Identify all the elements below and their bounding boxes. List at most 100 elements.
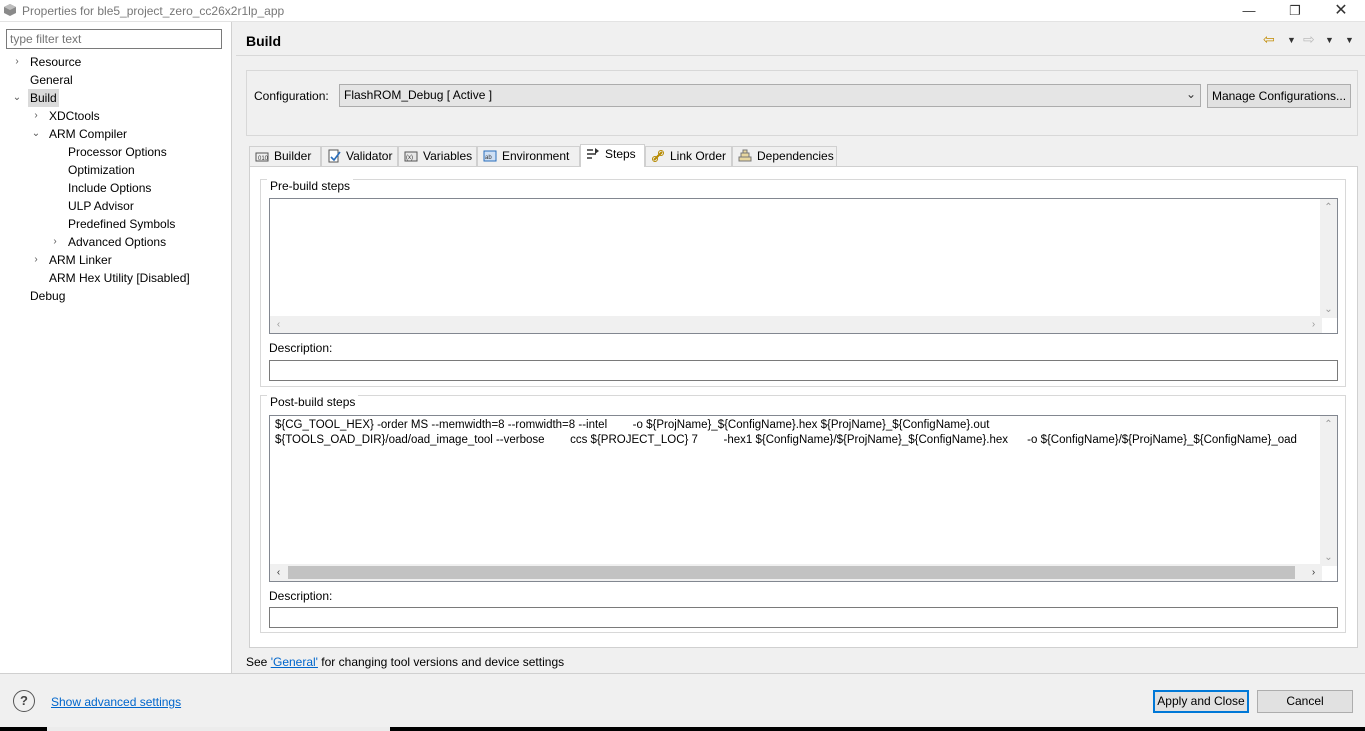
- postbuild-description-input[interactable]: [269, 607, 1338, 628]
- tab-label: Validator: [346, 149, 393, 163]
- tab-environment[interactable]: ab Environment: [477, 146, 580, 166]
- page-title: Build: [246, 33, 281, 49]
- tree-item-label: Optimization: [68, 163, 135, 177]
- scroll-up-icon[interactable]: ⌃: [1320, 199, 1337, 216]
- tab-label: Link Order: [670, 149, 727, 163]
- header-divider: [236, 55, 1365, 56]
- note-prefix: See: [246, 655, 271, 669]
- tree-item-label: Resource: [30, 55, 82, 69]
- horizontal-scroll-thumb[interactable]: [288, 566, 1295, 579]
- show-advanced-settings-link[interactable]: Show advanced settings: [51, 695, 181, 709]
- tree-item[interactable]: ⌄ ARM Compiler: [0, 125, 231, 143]
- scroll-left-icon[interactable]: ‹: [270, 316, 287, 333]
- postbuild-vertical-scrollbar[interactable]: ⌃ ⌄: [1320, 416, 1337, 566]
- scroll-down-icon[interactable]: ⌄: [1320, 301, 1337, 318]
- general-settings-note: See 'General' for changing tool versions…: [246, 655, 564, 669]
- svg-text:ab: ab: [485, 155, 492, 161]
- tree-item-label: Include Options: [68, 181, 152, 195]
- tree-item[interactable]: › XDCtools: [0, 107, 231, 125]
- chevron-right-icon[interactable]: ›: [50, 233, 60, 251]
- tree-item[interactable]: Debug: [0, 287, 231, 305]
- tree-item-label: ARM Compiler: [49, 127, 128, 141]
- tree-item-label: Advanced Options: [68, 235, 167, 249]
- chevron-right-icon[interactable]: ›: [31, 251, 41, 269]
- cancel-button[interactable]: Cancel: [1257, 690, 1353, 713]
- back-menu-chevron-icon[interactable]: ▼: [1287, 35, 1296, 45]
- prebuild-horizontal-scrollbar[interactable]: ‹ ›: [270, 316, 1322, 333]
- prebuild-vertical-scrollbar[interactable]: ⌃ ⌄: [1320, 199, 1337, 318]
- tree-item[interactable]: ARM Hex Utility [Disabled]: [0, 269, 231, 287]
- tree-item[interactable]: Predefined Symbols: [0, 215, 231, 233]
- scroll-right-icon[interactable]: ›: [1305, 316, 1322, 333]
- tree-item-label: Build: [28, 89, 59, 107]
- tree-item-label: XDCtools: [49, 109, 100, 123]
- settings-tree: › Resource General ⌄ Build › XDCtools ⌄ ARM Comp…: [0, 53, 231, 305]
- tab-dependencies[interactable]: Dependencies: [732, 146, 837, 166]
- scroll-down-icon[interactable]: ⌄: [1320, 549, 1337, 566]
- tab-steps[interactable]: Steps: [580, 144, 645, 167]
- forward-arrow-icon[interactable]: ⇨: [1303, 31, 1315, 48]
- history-navigation: ⇦ ▼ ⇨ ▼ ▼: [1263, 31, 1363, 51]
- environment-icon: ab: [483, 150, 497, 162]
- tree-item[interactable]: › Advanced Options: [0, 233, 231, 251]
- tree-item[interactable]: › Resource: [0, 53, 231, 71]
- help-icon[interactable]: ?: [13, 690, 35, 712]
- postbuild-horizontal-scrollbar[interactable]: ‹ ›: [270, 564, 1322, 581]
- prebuild-description-input[interactable]: [269, 360, 1338, 381]
- postbuild-line: ${TOOLS_OAD_DIR}/oad/oad_image_tool --ve…: [275, 434, 1297, 446]
- tab-validator[interactable]: Validator: [321, 146, 398, 166]
- svg-text:(x): (x): [406, 155, 413, 161]
- tab-label: Steps: [605, 147, 636, 161]
- tab-label: Variables: [423, 149, 473, 163]
- scroll-up-icon[interactable]: ⌃: [1320, 416, 1337, 433]
- configuration-select[interactable]: FlashROM_Debug [ Active ] ⌄: [339, 84, 1201, 107]
- general-link[interactable]: 'General': [271, 655, 318, 669]
- chevron-down-icon[interactable]: ⌄: [12, 89, 22, 107]
- forward-menu-chevron-icon[interactable]: ▼: [1325, 35, 1334, 45]
- tree-item[interactable]: › ARM Linker: [0, 251, 231, 269]
- back-arrow-icon[interactable]: ⇦: [1263, 31, 1275, 48]
- prebuild-title: Pre-build steps: [267, 179, 354, 193]
- chevron-right-icon[interactable]: ›: [12, 53, 22, 71]
- left-tree-pane: ›ResourceGeneral⌄Build›XDCtools⌄ARM Comp…: [0, 22, 232, 673]
- tree-item-label: General: [30, 73, 73, 87]
- postbuild-steps-textarea[interactable]: ${CG_TOOL_HEX} -order MS --memwidth=8 --…: [269, 415, 1338, 582]
- svg-text:010: 010: [258, 156, 269, 162]
- tab-variables[interactable]: (x) Variables: [398, 146, 477, 166]
- tree-item[interactable]: Optimization: [0, 161, 231, 179]
- builder-icon: 010: [255, 152, 269, 162]
- link-order-icon: [652, 150, 664, 162]
- minimize-button[interactable]: —: [1226, 0, 1272, 22]
- maximize-button[interactable]: ❐: [1272, 0, 1318, 22]
- tab-link-order[interactable]: Link Order: [645, 146, 732, 166]
- note-suffix: for changing tool versions and device se…: [317, 655, 565, 669]
- chevron-down-icon[interactable]: ⌄: [31, 125, 41, 143]
- prebuild-description-label: Description:: [269, 341, 333, 355]
- view-menu-icon[interactable]: ▼: [1345, 35, 1354, 45]
- close-button[interactable]: ✕: [1318, 0, 1364, 22]
- tree-item-label: Processor Options: [68, 145, 167, 159]
- chevron-right-icon[interactable]: ›: [31, 107, 41, 125]
- tree-item[interactable]: ⌄ Build: [0, 89, 231, 107]
- tree-item-label: Debug: [30, 289, 66, 303]
- tab-label: Dependencies: [757, 149, 834, 163]
- manage-configurations-button[interactable]: Manage Configurations...: [1207, 84, 1351, 108]
- tree-item[interactable]: ULP Advisor: [0, 197, 231, 215]
- tree-item-label: ARM Linker: [49, 253, 112, 267]
- window-title: Properties for ble5_project_zero_cc26x2r…: [22, 4, 285, 18]
- scroll-right-icon[interactable]: ›: [1305, 564, 1322, 581]
- tree-item[interactable]: Processor Options: [0, 143, 231, 161]
- tab-builder[interactable]: 010 Builder: [249, 146, 321, 166]
- filter-input[interactable]: [6, 29, 222, 49]
- postbuild-title: Post-build steps: [267, 395, 359, 409]
- prebuild-group: Pre-build steps ⌃ ⌄ ‹ › Description:: [260, 179, 1346, 387]
- configuration-label: Configuration:: [254, 89, 329, 103]
- scroll-left-icon[interactable]: ‹: [270, 564, 287, 581]
- postbuild-group: Post-build steps ${CG_TOOL_HEX} -order M…: [260, 395, 1346, 633]
- prebuild-steps-textarea[interactable]: ⌃ ⌄ ‹ ›: [269, 198, 1338, 334]
- apply-and-close-button[interactable]: Apply and Close: [1153, 690, 1249, 713]
- bottom-divider: [0, 673, 1365, 674]
- tree-item[interactable]: General: [0, 71, 231, 89]
- tree-item[interactable]: Include Options: [0, 179, 231, 197]
- title-bar: Properties for ble5_project_zero_cc26x2r…: [0, 0, 1365, 22]
